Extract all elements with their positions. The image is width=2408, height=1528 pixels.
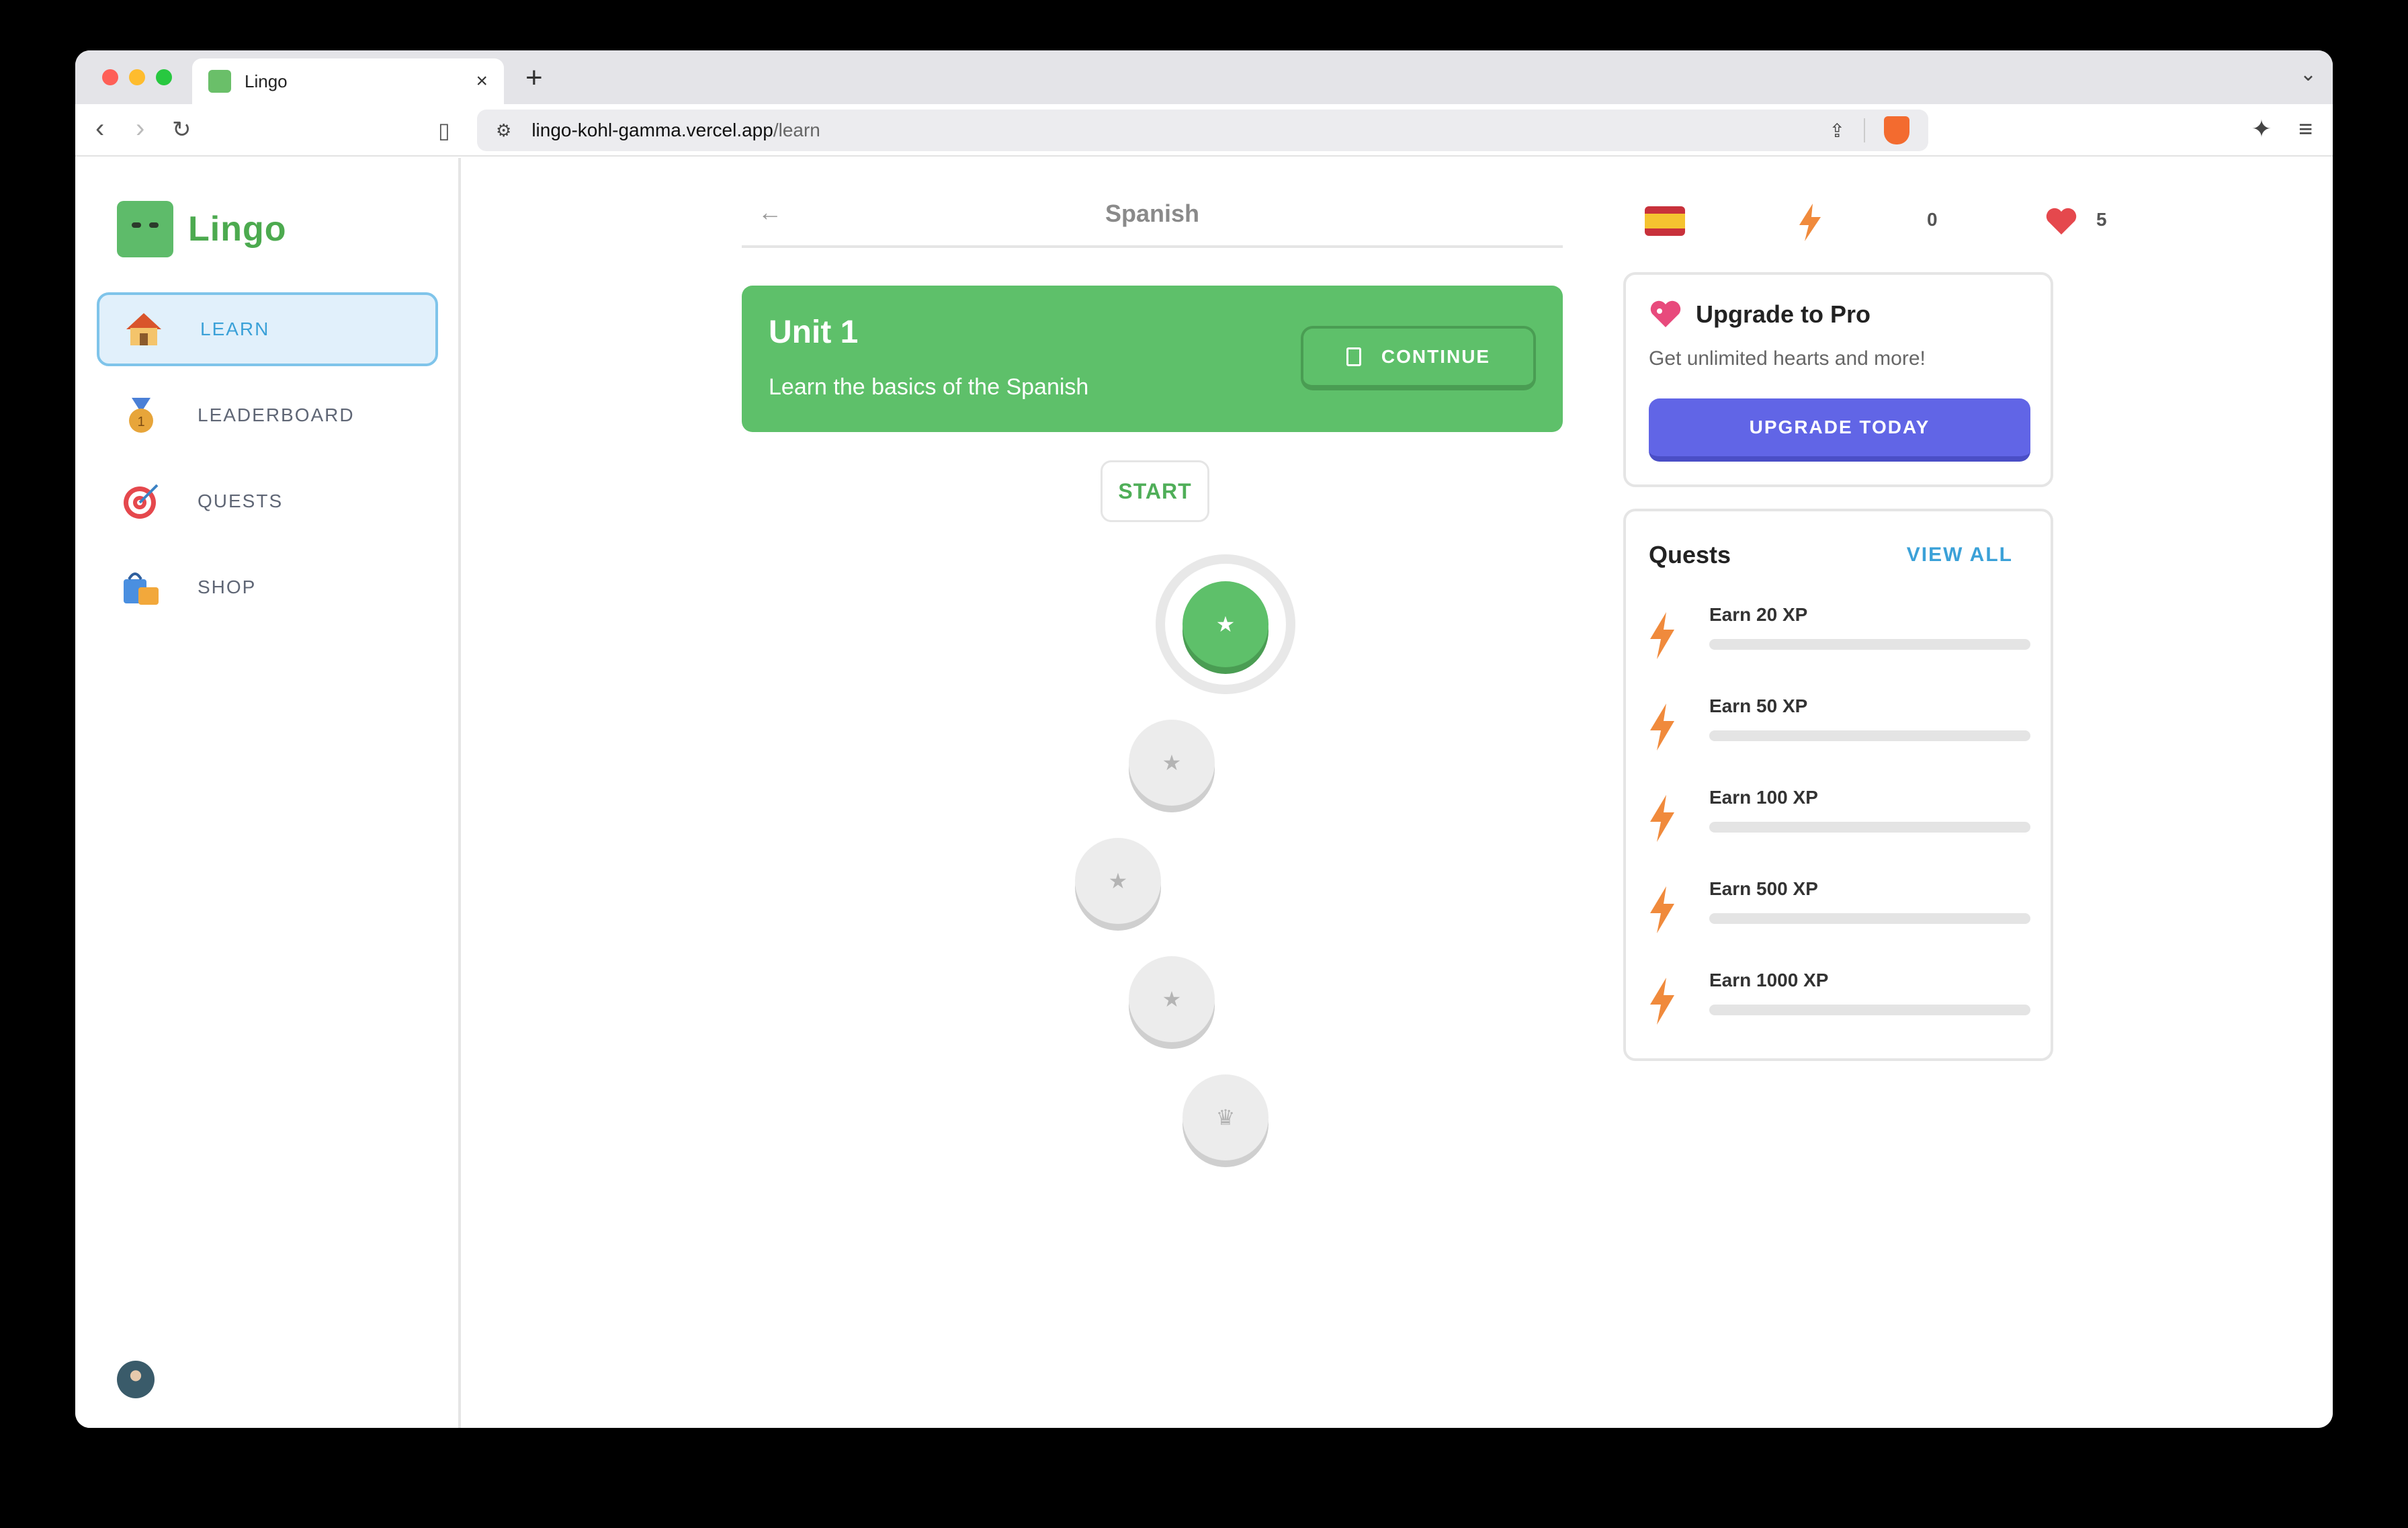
quest-progress-bar bbox=[1709, 639, 2030, 650]
unit-title: Unit 1 bbox=[769, 314, 859, 350]
shopping-bag-icon bbox=[121, 567, 161, 607]
quest-label: Earn 20 XP bbox=[1709, 604, 1808, 625]
spain-flag-icon[interactable] bbox=[1645, 206, 1685, 236]
mascot-logo-icon bbox=[117, 201, 173, 257]
url-host: lingo-kohl-gamma.vercel.app bbox=[531, 120, 773, 140]
new-tab-button[interactable]: + bbox=[525, 61, 543, 95]
start-tooltip: START bbox=[1101, 460, 1209, 522]
lightning-icon bbox=[1650, 612, 1674, 659]
unit-banner: Unit 1 Learn the basics of the Spanish C… bbox=[742, 286, 1563, 432]
user-stats: 0 5 bbox=[1645, 204, 2115, 244]
quest-progress-bar bbox=[1709, 822, 2030, 833]
sidebar-item-learn[interactable]: LEARN bbox=[97, 292, 438, 366]
upgrade-title: Upgrade to Pro bbox=[1696, 300, 1871, 328]
lesson-button-locked[interactable]: ★ bbox=[1075, 838, 1161, 924]
quest-label: Earn 100 XP bbox=[1709, 787, 1818, 808]
start-label: START bbox=[1118, 478, 1192, 503]
lesson-button-locked[interactable]: ♛ bbox=[1182, 1074, 1268, 1160]
lightning-icon bbox=[1650, 795, 1674, 842]
menu-icon[interactable]: ≡ bbox=[2298, 115, 2313, 143]
close-tab-icon[interactable]: × bbox=[476, 70, 488, 93]
page: Lingo LEARN 1 LEADERBOARD QUESTS SHOP ← … bbox=[75, 158, 2333, 1428]
quest-label: Earn 50 XP bbox=[1709, 695, 1808, 716]
reload-button[interactable]: ↻ bbox=[172, 116, 191, 143]
brave-shield-icon[interactable] bbox=[1884, 116, 1909, 144]
lesson-button-current[interactable]: ★ bbox=[1182, 581, 1268, 667]
sidebar-item-label: LEADERBOARD bbox=[198, 405, 355, 425]
lesson-button-locked[interactable]: ★ bbox=[1129, 720, 1215, 806]
star-icon: ★ bbox=[1215, 612, 1236, 636]
bookmark-icon[interactable]: ▯ bbox=[438, 118, 450, 143]
sidebar-item-shop[interactable]: SHOP bbox=[97, 550, 438, 624]
hearts-count: 5 bbox=[2096, 209, 2107, 230]
maximize-window-button[interactable] bbox=[156, 69, 172, 85]
sidebar-item-label: LEARN bbox=[200, 319, 270, 339]
quest-item: Earn 50 XP bbox=[1649, 695, 2032, 763]
back-button[interactable]: ‹ bbox=[95, 114, 104, 144]
lightning-icon bbox=[1799, 204, 1821, 241]
star-icon: ★ bbox=[1162, 751, 1182, 775]
url-field[interactable]: ⚙ lingo-kohl-gamma.vercel.app/learn ⇪ bbox=[477, 110, 1928, 151]
points-count: 0 bbox=[1927, 209, 1938, 230]
quests-title: Quests bbox=[1649, 541, 1731, 568]
lesson-button-locked[interactable]: ★ bbox=[1129, 956, 1215, 1042]
sidebar: Lingo LEARN 1 LEADERBOARD QUESTS SHOP bbox=[75, 158, 461, 1428]
tab-title: Lingo bbox=[245, 71, 288, 91]
share-icon[interactable]: ⇪ bbox=[1830, 120, 1845, 142]
quest-progress-bar bbox=[1709, 730, 2030, 741]
upgrade-title-row: Upgrade to Pro bbox=[1649, 299, 1870, 330]
lightning-icon bbox=[1650, 704, 1674, 751]
sparkle-heart-icon bbox=[1650, 300, 1681, 327]
sidebar-item-leaderboard[interactable]: 1 LEADERBOARD bbox=[97, 378, 438, 452]
quests-card: Quests VIEW ALL Earn 20 XP Earn 50 XP Ea… bbox=[1623, 509, 2053, 1061]
favicon-icon bbox=[208, 70, 231, 93]
url-divider bbox=[1864, 118, 1865, 142]
close-window-button[interactable] bbox=[102, 69, 118, 85]
medal-icon: 1 bbox=[121, 395, 161, 435]
view-all-link[interactable]: VIEW ALL bbox=[1907, 544, 2013, 566]
address-bar-row: ‹ › ↻ ▯ ⚙ lingo-kohl-gamma.vercel.app/le… bbox=[75, 104, 2333, 157]
star-icon: ★ bbox=[1108, 869, 1128, 893]
quest-label: Earn 1000 XP bbox=[1709, 970, 1829, 990]
continue-label: CONTINUE bbox=[1381, 346, 1491, 367]
heart-icon bbox=[2046, 208, 2077, 235]
minimize-window-button[interactable] bbox=[129, 69, 145, 85]
svg-text:1: 1 bbox=[137, 415, 144, 429]
sidebar-item-quests[interactable]: QUESTS bbox=[97, 464, 438, 538]
continue-button[interactable]: CONTINUE bbox=[1301, 326, 1536, 390]
house-icon bbox=[124, 309, 164, 349]
quest-item: Earn 100 XP bbox=[1649, 787, 2032, 854]
upgrade-subtitle: Get unlimited hearts and more! bbox=[1649, 347, 1926, 370]
quest-progress-bar bbox=[1709, 913, 2030, 924]
upgrade-today-button[interactable]: UPGRADE TODAY bbox=[1649, 398, 2030, 462]
target-icon bbox=[121, 481, 161, 521]
sidebar-item-label: QUESTS bbox=[198, 491, 284, 511]
user-avatar[interactable] bbox=[117, 1361, 155, 1398]
lightning-icon bbox=[1650, 886, 1674, 933]
lightning-icon bbox=[1650, 978, 1674, 1025]
sidebar-item-label: SHOP bbox=[198, 577, 257, 597]
star-icon: ★ bbox=[1162, 987, 1182, 1011]
brand-name: Lingo bbox=[188, 210, 287, 249]
quest-item: Earn 1000 XP bbox=[1649, 970, 2032, 1037]
notebook-icon bbox=[1346, 347, 1361, 366]
quest-item: Earn 20 XP bbox=[1649, 604, 2032, 671]
quest-progress-bar bbox=[1709, 1005, 2030, 1015]
browser-window: Lingo × + ⌄ ‹ › ↻ ▯ ⚙ lingo-kohl-gamma.v… bbox=[75, 50, 2333, 1428]
tab-list-chevron-icon[interactable]: ⌄ bbox=[2300, 62, 2317, 86]
site-settings-icon[interactable]: ⚙ bbox=[496, 120, 511, 141]
quest-item: Earn 500 XP bbox=[1649, 878, 2032, 945]
unit-description: Learn the basics of the Spanish bbox=[769, 374, 1089, 400]
upgrade-card: Upgrade to Pro Get unlimited hearts and … bbox=[1623, 272, 2053, 487]
quest-label: Earn 500 XP bbox=[1709, 878, 1818, 899]
brand[interactable]: Lingo bbox=[117, 201, 287, 257]
browser-tab[interactable]: Lingo × bbox=[192, 58, 504, 104]
extensions-icon[interactable]: ✦ bbox=[2251, 115, 2272, 143]
tab-bar: Lingo × + ⌄ bbox=[75, 50, 2333, 104]
forward-button[interactable]: › bbox=[136, 114, 144, 144]
url-path: /learn bbox=[773, 120, 820, 140]
course-header: ← Spanish bbox=[742, 198, 1563, 248]
crown-icon: ♛ bbox=[1215, 1105, 1236, 1130]
course-title: Spanish bbox=[1105, 200, 1200, 227]
